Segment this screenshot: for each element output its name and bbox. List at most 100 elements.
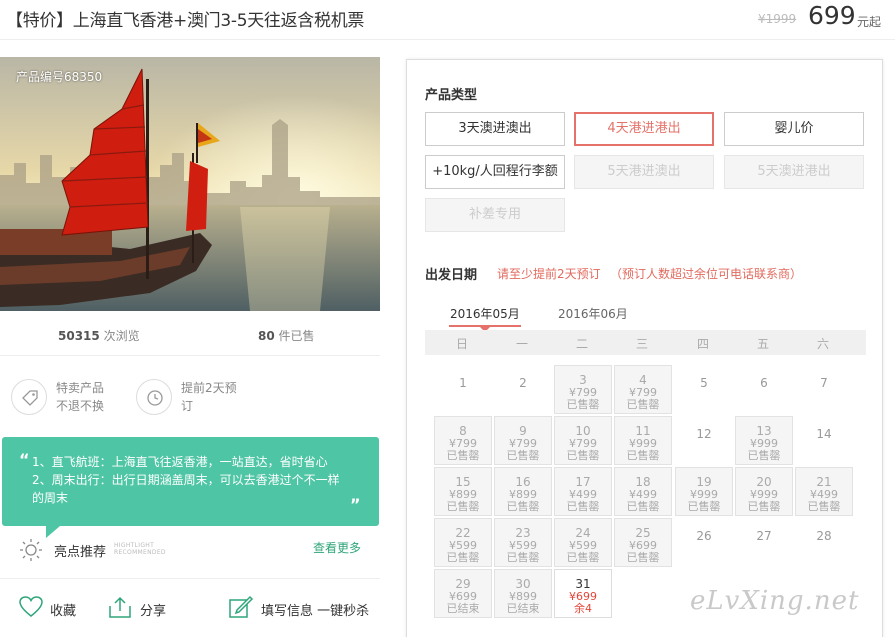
type-option-3d-macau[interactable]: 3天澳进澳出: [425, 112, 565, 146]
calendar-day-27: 27: [735, 518, 793, 567]
calendar-day-24: 24 ¥599 已售罄: [554, 518, 612, 567]
day-number: 8: [459, 424, 467, 438]
day-number: 14: [816, 427, 832, 441]
day-number: 26: [696, 529, 712, 543]
day-status: 已售罄: [747, 500, 781, 513]
sold-stat: 80 件已售: [258, 327, 315, 344]
sold-count: 80: [258, 329, 275, 343]
day-number: 16: [515, 475, 531, 489]
type-option-supplement: 补差专用: [425, 198, 565, 232]
weekday-sat: 六: [816, 337, 829, 351]
calendar-day-11: 11 ¥999 已售罄: [614, 416, 672, 465]
weekday-wed: 三: [635, 337, 648, 351]
calendar-day-28: 28: [795, 518, 853, 567]
calendar-day-21: 21 ¥499 已售罄: [795, 467, 853, 516]
share-icon[interactable]: [107, 595, 133, 619]
fill-info-button[interactable]: 填写信息 一键秒杀: [261, 600, 369, 619]
heart-icon[interactable]: [18, 595, 44, 619]
highlight-en-label: HIGHTLIGHT RECOMMENDED: [114, 542, 166, 556]
type-option-4d-hk[interactable]: 4天港进港出: [574, 112, 714, 146]
product-stats: 50315 次浏览 80 件已售: [0, 312, 380, 356]
calendar-day-7: 7: [795, 365, 853, 414]
day-status: 已售罄: [566, 398, 600, 411]
calendar-day-5: 5: [675, 365, 733, 414]
day-number: 21: [816, 475, 832, 489]
weekday-sun: 日: [455, 337, 468, 351]
watermark: eLvXing.net: [690, 586, 860, 616]
calendar-day-10: 10 ¥799 已售罄: [554, 416, 612, 465]
contact-note: （预订人数超过余位可电话联系商）: [610, 267, 803, 281]
weekday-header: 日 一 二 三 四 五 六: [425, 330, 866, 355]
type-option-luggage[interactable]: +10kg/人回程行李额: [425, 155, 565, 189]
highlight-line1: 1、直飞航班：上海直飞往返香港，一站直达，省时省心: [32, 455, 328, 469]
day-status: 余4: [574, 602, 592, 615]
view-more-link[interactable]: 查看更多: [313, 539, 361, 556]
calendar-day-22: 22 ¥599 已售罄: [434, 518, 492, 567]
collect-button[interactable]: 收藏: [50, 600, 76, 619]
calendar-day-4: 4 ¥799 已售罄: [614, 365, 672, 414]
month-tab-may[interactable]: 2016年05月: [450, 305, 520, 322]
calendar-day-9: 9 ¥799 已售罄: [494, 416, 552, 465]
action-bar: 收藏 分享 填写信息 一键秒杀: [0, 578, 380, 637]
product-type-heading: 产品类型: [425, 88, 478, 103]
type-option-infant[interactable]: 婴儿价: [724, 112, 864, 146]
departure-date-heading: 出发日期: [425, 268, 478, 283]
day-number: 1: [459, 376, 467, 390]
day-number: 5: [700, 376, 708, 390]
day-number: 24: [575, 526, 591, 540]
day-number: 29: [455, 577, 471, 591]
day-status: 已售罄: [626, 398, 660, 411]
calendar-day-12: 12: [675, 416, 733, 465]
day-number: 10: [575, 424, 591, 438]
highlight-line2: 2、周末出行：出行日期涵盖周末，可以去香港过个不一样: [32, 473, 340, 487]
sold-label: 件已售: [278, 329, 315, 343]
calendar-day-25: 25 ¥699 已售罄: [614, 518, 672, 567]
price-unit: 元起: [857, 15, 882, 29]
highlight-line3: 的周末: [32, 491, 69, 505]
day-status: 已售罄: [626, 551, 660, 564]
product-photo: 产品编号68350: [0, 57, 380, 311]
calendar-day-23: 23 ¥599 已售罄: [494, 518, 552, 567]
day-status: 已售罄: [626, 500, 660, 513]
junk-boat-harbour-image: [0, 57, 380, 311]
day-status: 已售罄: [506, 500, 540, 513]
day-status: 已售罄: [506, 449, 540, 462]
day-number: 28: [816, 529, 832, 543]
calendar-day-14: 14: [795, 416, 853, 465]
calendar-day-13: 13 ¥999 已售罄: [735, 416, 793, 465]
day-status: 已售罄: [446, 449, 480, 462]
day-number: 18: [635, 475, 651, 489]
share-button[interactable]: 分享: [140, 600, 166, 619]
day-number: 19: [696, 475, 712, 489]
type-option-5d-hk-macau: 5天港进澳出: [574, 155, 714, 189]
calendar-day-29: 29 ¥699 已结束: [434, 569, 492, 618]
calendar-day-2: 2: [494, 365, 552, 414]
booking-panel: 产品类型 3天澳进澳出 4天港进港出 婴儿价 +10kg/人回程行李额 5天港进…: [406, 59, 883, 637]
day-number: 13: [756, 424, 772, 438]
type-option-5d-macau-hk: 5天澳进港出: [724, 155, 864, 189]
product-id: 产品编号68350: [16, 70, 103, 84]
weekday-thu: 四: [696, 337, 709, 351]
quote-close-icon: ”: [350, 495, 361, 514]
sale-price: 699: [808, 1, 856, 30]
tag-icon: [11, 379, 47, 415]
calendar-day-6: 6: [735, 365, 793, 414]
clock-icon: [136, 379, 172, 415]
feature-special-line1: 特卖产品: [56, 381, 105, 395]
calendar-day-31[interactable]: 31 ¥699 余4: [554, 569, 612, 618]
feature-advance-line2: 订: [181, 399, 194, 413]
calendar-day-16: 16 ¥899 已售罄: [494, 467, 552, 516]
views-stat: 50315 次浏览: [58, 327, 140, 344]
feature-special-line2: 不退不换: [56, 399, 105, 413]
month-tab-june[interactable]: 2016年06月: [558, 305, 628, 322]
day-number: 25: [635, 526, 651, 540]
edit-icon[interactable]: [228, 595, 254, 619]
sun-icon: [20, 539, 42, 561]
day-number: 9: [519, 424, 527, 438]
day-number: 22: [455, 526, 471, 540]
highlight-box: “ 1、直飞航班：上海直飞往返香港，一站直达，省时省心 2、周末出行：出行日期涵…: [2, 437, 379, 538]
calendar-day-3: 3 ¥799 已售罄: [554, 365, 612, 414]
day-number: 30: [515, 577, 531, 591]
highlight-label: 亮点推荐: [54, 545, 107, 560]
day-number: 4: [639, 373, 647, 387]
